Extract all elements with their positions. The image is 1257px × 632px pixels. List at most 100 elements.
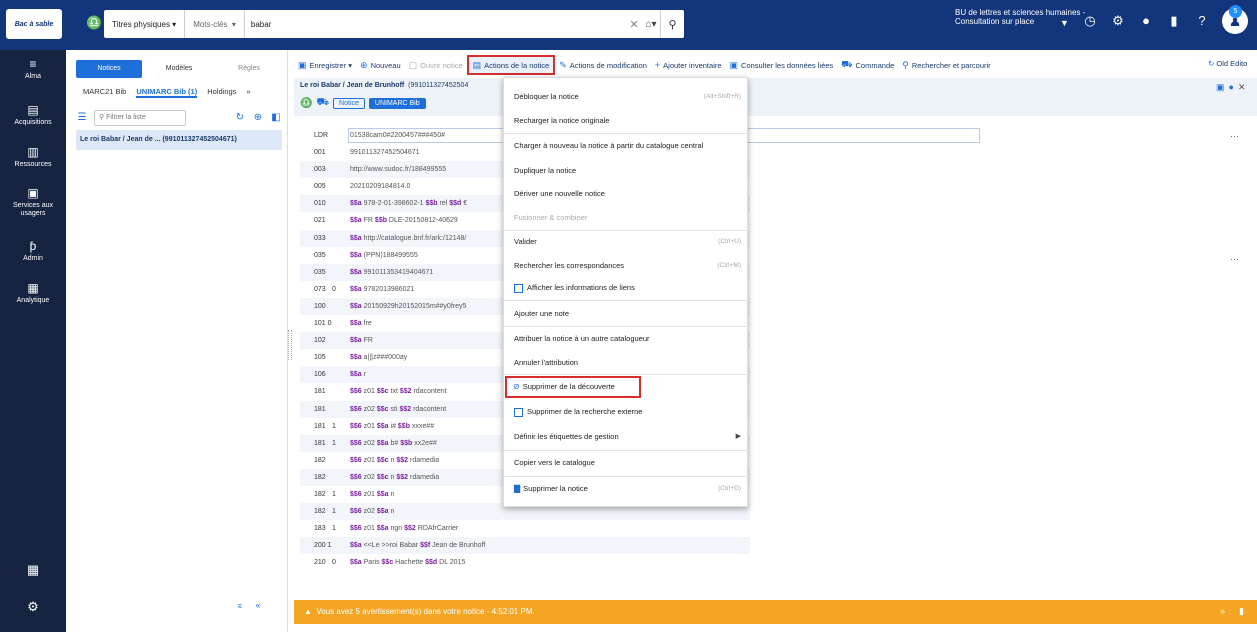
panel-splitter[interactable] — [288, 330, 292, 360]
subtab-more[interactable]: » — [246, 87, 250, 98]
info-icon[interactable]: ● — [1229, 82, 1234, 93]
library-icon[interactable]: ♎ — [86, 15, 102, 31]
subtab-holdings[interactable]: Holdings — [207, 87, 236, 98]
subfield-code: $$c — [376, 456, 389, 464]
marc-tag: 182 — [314, 456, 326, 464]
layout-icon[interactable]: ◧ — [270, 112, 282, 124]
panel-icon[interactable]: ▮ — [1239, 606, 1244, 617]
subfield-code: $$6 — [350, 439, 362, 447]
home-icon[interactable]: ⌂▾ — [642, 19, 660, 30]
help-icon[interactable]: ? — [1194, 13, 1210, 31]
warning-bar[interactable]: ▲ Vous avez 5 avertissement(s) dans votr… — [294, 600, 1257, 624]
chevron-down-icon[interactable]: ▼ — [1060, 18, 1069, 28]
more-icon[interactable]: ··· — [1230, 254, 1239, 264]
collapse-icon[interactable]: « — [256, 600, 261, 611]
menu-item-add-note[interactable]: Ajouter une note — [504, 303, 749, 325]
alma-logo[interactable]: Bac à sable — [6, 9, 62, 39]
menu-item-reload[interactable]: Recharger la notice originale — [504, 110, 749, 132]
menu-item-unlock[interactable]: Débloquer la notice (Alt+Shift+R) — [504, 86, 749, 108]
search-field-label: Mots-clés — [193, 19, 228, 29]
record-list-item[interactable]: Le roi Babar / Jean de ... (991011327452… — [76, 130, 282, 150]
notice-tag[interactable]: Notice — [333, 98, 365, 109]
search-field-select[interactable]: Mots-clés ▾ — [185, 10, 245, 38]
marc-tag: 102 — [314, 337, 326, 345]
menu-item-suppress-external[interactable]: Supprimer de la recherche externe — [504, 401, 749, 423]
open-record-button[interactable]: ▢ Ouvrir notice — [405, 55, 467, 75]
marc-tag: 182 — [314, 508, 326, 516]
filter-settings-icon[interactable]: ☰ — [76, 112, 88, 124]
browse-button[interactable]: ⚲ Rechercher et parcourir — [898, 55, 994, 75]
search-input[interactable]: babar — [245, 20, 626, 29]
open-icon: ▢ — [408, 59, 418, 70]
menu-item-management-tags[interactable]: Définir les étiquettes de gestion ▶ — [504, 426, 749, 448]
subfield-code: $$a — [350, 302, 362, 310]
subfield-code: $$a — [350, 285, 362, 293]
marc-tag: 010 — [314, 200, 326, 208]
save-button[interactable]: ▣ Enregistrer ▾ — [294, 55, 356, 75]
gear-icon[interactable]: ⚙ — [0, 600, 66, 613]
tab-rules[interactable]: Règles — [216, 60, 282, 78]
search-scope-select[interactable]: Titres physiques ▾ — [104, 10, 186, 38]
clear-icon[interactable]: ✕ — [626, 18, 642, 31]
search-field-caret: ▾ — [231, 19, 236, 29]
pin-icon[interactable]: ⌅ — [236, 600, 244, 611]
marc-row[interactable]: 183 1 $$6 z01 $$a ngn $$2 RDAfrCarrier — [300, 520, 750, 537]
old-editor-link[interactable]: ↻ Old Edito — [1208, 59, 1247, 68]
subtab-marc21[interactable]: MARC21 Bib — [83, 87, 126, 98]
nav-acquisitions[interactable]: ▤ Acquisitions — [0, 104, 66, 127]
record-actions-button[interactable]: ▤ Actions de la notice — [466, 55, 556, 75]
marc-tag: 003 — [314, 166, 326, 174]
records-tabs: Notices Modèles Règles — [76, 60, 282, 78]
filter-input[interactable]: ⚲ Filtrer la liste — [94, 110, 186, 126]
marc-row[interactable]: 210 0 $$a Paris $$c Hachette $$d DL 2015 — [300, 554, 750, 571]
nav-alma[interactable]: ≡ Alma — [0, 58, 66, 81]
menu-item-delete[interactable]: ▇ Supprimer la notice (Ctrl+D) — [504, 478, 749, 500]
nav-resources[interactable]: ▥ Ressources — [0, 146, 66, 169]
history-icon[interactable]: ◷ — [1082, 13, 1098, 31]
nav-analytics[interactable]: ▦ Analytique — [0, 282, 66, 305]
menu-item-reload-central[interactable]: Charger à nouveau la notice à partir du … — [504, 135, 749, 157]
institution-name[interactable]: BU de lettres et sciences humaines - Con… — [955, 8, 1095, 26]
menu-item-merge[interactable]: Fusionner & combiner — [504, 207, 749, 229]
menu-item-link-info[interactable]: Afficher les informations de liens — [504, 277, 749, 299]
marc-tag: 181 — [314, 405, 326, 413]
menu-label: Supprimer la notice — [523, 484, 588, 493]
clipboard-icon[interactable]: ▮ — [1166, 13, 1182, 31]
subfield-code: $$d — [449, 200, 462, 208]
save-icon[interactable]: ▣ — [1216, 82, 1225, 93]
nav-user-services[interactable]: ▣ Services aux usagers — [0, 187, 66, 218]
marc-value: $$6 z01 $$a n — [350, 486, 394, 503]
tab-records[interactable]: Notices — [76, 60, 142, 78]
menu-item-derive[interactable]: Dériver une nouvelle notice — [504, 183, 749, 205]
calendar-icon[interactable]: ▦ — [0, 563, 66, 576]
subfield-code: $$b — [425, 200, 438, 208]
edit-actions-button[interactable]: ✎ Actions de modification — [555, 55, 651, 75]
menu-item-assign[interactable]: Attribuer la notice à un autre catalogue… — [504, 328, 749, 350]
format-tag[interactable]: UNIMARC Bib — [368, 98, 426, 109]
subtab-unimarc[interactable]: UNIMARC Bib (1) — [136, 87, 198, 98]
expand-icon[interactable]: » — [1220, 606, 1225, 617]
menu-item-validate[interactable]: Valider (Ctrl+U) — [504, 231, 749, 253]
order-button[interactable]: ⛟ Commande — [837, 55, 898, 75]
subfield-code: $$c — [376, 473, 389, 481]
menu-item-unassign[interactable]: Annuler l'attribution — [504, 352, 749, 374]
add-inventory-button[interactable]: + Ajouter inventaire — [651, 55, 726, 75]
refresh-icon[interactable]: ↻ — [234, 112, 246, 124]
menu-item-suppress-discovery[interactable]: ⊘ Supprimer de la découverte — [505, 376, 641, 398]
menu-item-find-matches[interactable]: Rechercher les correspondances (Ctrl+M) — [504, 255, 749, 277]
search-icon[interactable]: ⚲ — [660, 10, 684, 38]
user-icon[interactable]: ● — [1138, 13, 1154, 31]
menu-item-duplicate[interactable]: Dupliquer la notice — [504, 160, 749, 182]
tab-templates[interactable]: Modèles — [146, 60, 212, 78]
nav-admin[interactable]: ƥ Admin — [0, 240, 66, 263]
linked-data-button[interactable]: ▣ Consulter les données liées — [726, 55, 838, 75]
menu-label: Attribuer la notice à un autre catalogue… — [514, 334, 650, 343]
close-icon[interactable]: ✕ — [1238, 82, 1246, 93]
add-record-icon[interactable]: ⊕ — [252, 112, 264, 124]
nav-label: Alma — [25, 73, 41, 80]
menu-item-copy-catalog[interactable]: Copier vers le catalogue — [504, 452, 749, 474]
more-icon[interactable]: ··· — [1230, 131, 1239, 141]
tasks-icon[interactable]: ⚙ — [1110, 13, 1126, 31]
new-button[interactable]: ⊕ Nouveau — [356, 55, 405, 75]
marc-row[interactable]: 200 1 $$a <<Le >>roi Babar $$f Jean de Br… — [300, 537, 750, 555]
